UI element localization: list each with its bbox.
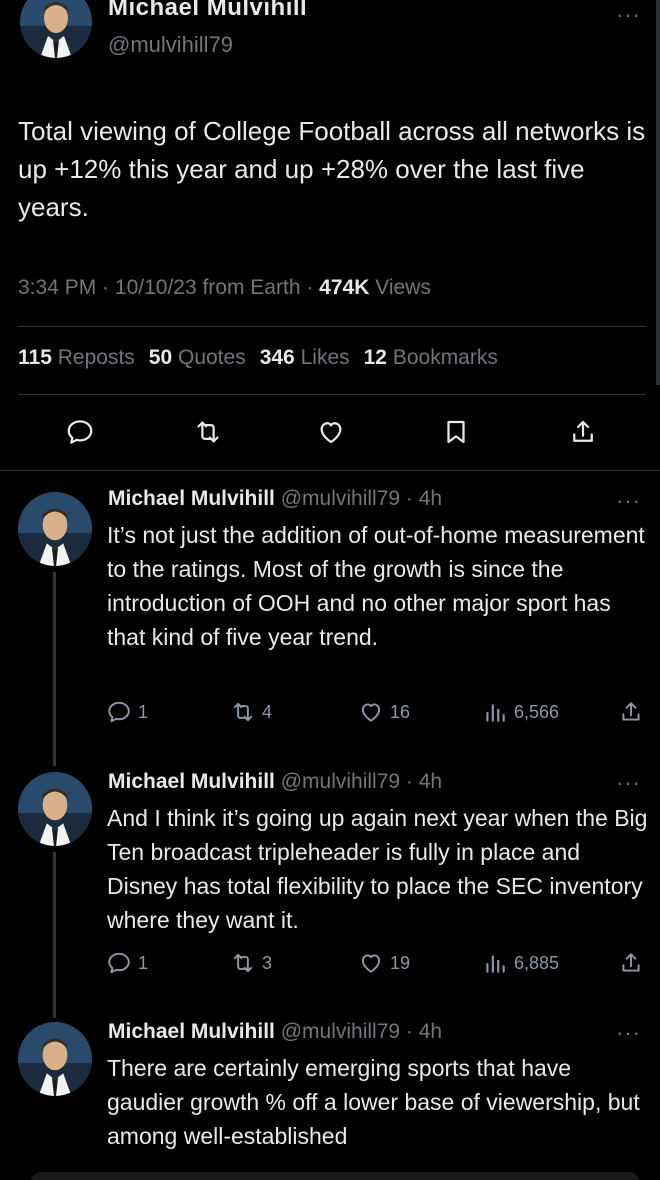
tweet-text: Total viewing of College Football across… (18, 116, 646, 222)
bookmarks-label: Bookmarks (392, 346, 498, 369)
share-button[interactable] (565, 414, 601, 450)
divider (0, 470, 660, 471)
views-count: 6,566 (514, 701, 560, 722)
repost-button[interactable]: 4 (230, 699, 272, 725)
views-count: 6,885 (514, 952, 560, 973)
engagement-stats: 115 Reposts 50 Quotes 346 Likes 12 Bookmark… (18, 346, 512, 370)
reply-icon (67, 420, 93, 444)
like-button[interactable]: 16 (358, 699, 410, 725)
more-options-icon[interactable]: ··· (616, 490, 641, 512)
compose-reply-bar[interactable] (30, 1172, 640, 1180)
reply-avatar[interactable] (18, 492, 92, 566)
like-count: 16 (390, 701, 411, 722)
reply-text: There are certainly emerging sports that… (107, 1055, 640, 1149)
share-button[interactable] (618, 950, 650, 976)
tweet-time[interactable]: 3:34 PM (18, 276, 96, 299)
like-count: 19 (390, 952, 411, 973)
author-handle[interactable]: @mulvihill79 (108, 32, 233, 58)
analytics-icon (486, 704, 505, 722)
bookmarks-count: 12 (363, 346, 387, 369)
more-options-icon[interactable]: ··· (616, 772, 641, 794)
reply-author-name[interactable]: Michael Mulvihill (108, 1020, 275, 1043)
heart-icon (361, 703, 381, 722)
reply-header: Michael Mulvihill @mulvihill79 · 4h (108, 770, 443, 793)
reply-button[interactable]: 1 (106, 699, 148, 725)
bookmark-icon (447, 420, 465, 444)
quotes-label: Quotes (177, 346, 246, 369)
share-button[interactable] (618, 699, 650, 725)
divider (18, 394, 646, 395)
repost-icon (233, 702, 253, 722)
analytics-icon (486, 955, 505, 973)
reply-count: 1 (138, 701, 149, 722)
likes-label: Likes (300, 346, 350, 369)
repost-icon (197, 421, 219, 443)
reply-count: 1 (138, 952, 149, 973)
reposts-label: Reposts (57, 346, 135, 369)
reply-header: Michael Mulvihill @mulvihill79 · 4h (108, 487, 443, 510)
like-button[interactable] (313, 414, 349, 450)
repost-count: 4 (262, 701, 273, 722)
reply-avatar[interactable] (18, 772, 92, 846)
repost-button[interactable]: 3 (230, 950, 272, 976)
heart-icon (361, 954, 381, 973)
reply-button[interactable] (62, 414, 98, 450)
reply-text: And I think it’s going up again next yea… (107, 805, 648, 933)
views-label: Views (375, 276, 431, 299)
author-name[interactable]: Michael Mulvihill (108, 0, 307, 22)
views-button[interactable]: 6,885 (482, 950, 559, 976)
reply-author-handle[interactable]: @mulvihill79 (281, 487, 400, 510)
views-count: 474K (319, 276, 370, 299)
share-icon (622, 953, 640, 972)
quotes-stat[interactable]: 50 Quotes (149, 346, 246, 369)
repost-icon (233, 953, 253, 973)
bookmark-button[interactable] (438, 414, 474, 450)
reply-age[interactable]: 4h (419, 770, 442, 793)
reply-author-name[interactable]: Michael Mulvihill (108, 487, 275, 510)
reply-header: Michael Mulvihill @mulvihill79 · 4h (108, 1020, 443, 1043)
reply-age[interactable]: 4h (419, 1020, 442, 1043)
tweet-meta: 3:34 PM · 10/10/23 from Earth · 474K Vie… (18, 276, 431, 299)
share-icon (573, 420, 593, 442)
reply-avatar[interactable] (18, 1022, 92, 1096)
tweet-date[interactable]: 10/10/23 from Earth (115, 276, 301, 299)
more-options-icon[interactable]: ··· (616, 4, 641, 26)
likes-count: 346 (259, 346, 295, 369)
author-avatar[interactable] (20, 0, 92, 58)
more-options-icon[interactable]: ··· (616, 1022, 641, 1044)
reposts-count: 115 (18, 346, 52, 369)
reposts-stat[interactable]: 115 Reposts (18, 346, 135, 369)
reply-button[interactable]: 1 (106, 950, 148, 976)
reply-author-name[interactable]: Michael Mulvihill (108, 770, 275, 793)
thread-line (53, 852, 56, 1018)
reply-text: It’s not just the addition of out-of-hom… (107, 522, 645, 650)
thread-line (53, 572, 56, 766)
like-button[interactable]: 19 (358, 950, 410, 976)
repost-button[interactable] (190, 414, 226, 450)
bookmarks-stat[interactable]: 12 Bookmarks (364, 346, 498, 369)
reply-age[interactable]: 4h (419, 487, 442, 510)
divider (18, 326, 646, 327)
reply-author-handle[interactable]: @mulvihill79 (281, 1020, 400, 1043)
reply-icon (108, 701, 130, 723)
reply-author-handle[interactable]: @mulvihill79 (281, 770, 400, 793)
likes-stat[interactable]: 346 Likes (260, 346, 350, 369)
quotes-count: 50 (148, 346, 173, 369)
heart-icon (320, 422, 342, 444)
reply-icon (108, 952, 130, 974)
views-button[interactable]: 6,566 (482, 699, 559, 725)
tweet-actions (0, 414, 660, 454)
repost-count: 3 (262, 952, 273, 973)
share-icon (622, 702, 640, 721)
